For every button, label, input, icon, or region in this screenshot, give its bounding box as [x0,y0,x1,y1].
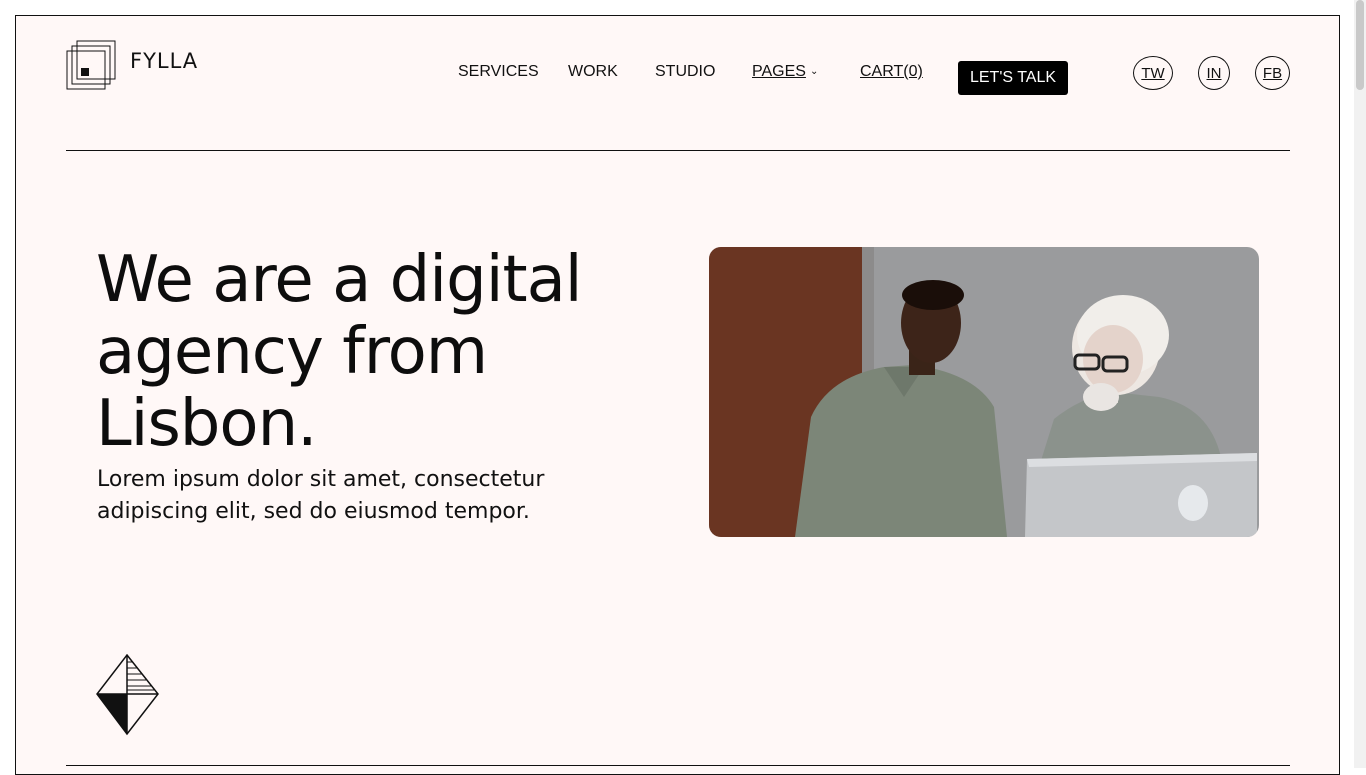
nav-services[interactable]: SERVICES [458,63,539,81]
header-divider [66,150,1290,151]
hero-photo [709,247,1259,537]
headline-line-1: We are a digital [96,243,583,317]
diamond-emblem-icon [96,654,159,736]
social-twitter-link[interactable]: TW [1133,56,1173,90]
nav-work[interactable]: WORK [568,63,618,81]
brand-logo[interactable]: FYLLA [66,40,216,92]
headline-line-3: Lisbon. [96,387,317,461]
hero-subtext: Lorem ipsum dolor sit amet, consectetur … [97,464,567,528]
lets-talk-button[interactable]: LET'S TALK [958,61,1068,95]
social-linkedin-link[interactable]: IN [1198,56,1230,90]
nav-pages[interactable]: PAGES ⌄ [752,63,818,81]
two-men-at-laptop-photo [709,247,1259,537]
chevron-down-icon: ⌄ [809,66,819,77]
nav-studio[interactable]: STUDIO [655,63,715,81]
subtext-line-1: Lorem ipsum dolor sit amet, consectetur [97,467,545,492]
social-facebook-link[interactable]: FB [1255,56,1290,90]
nav-pages-label: PAGES [752,63,806,80]
brand-name: FYLLA [130,49,199,73]
page-scrollbar[interactable] [1354,0,1366,768]
subtext-line-2: adipiscing elit, sed do eiusmod tempor. [97,499,530,524]
stacked-squares-icon [66,40,116,90]
scrollbar-thumb[interactable] [1356,0,1364,90]
hero-headline: We are a digital agency from Lisbon. [96,244,696,460]
section-divider [66,765,1290,766]
headline-line-2: agency from [96,315,488,389]
nav-cart[interactable]: CART(0) [860,63,923,81]
